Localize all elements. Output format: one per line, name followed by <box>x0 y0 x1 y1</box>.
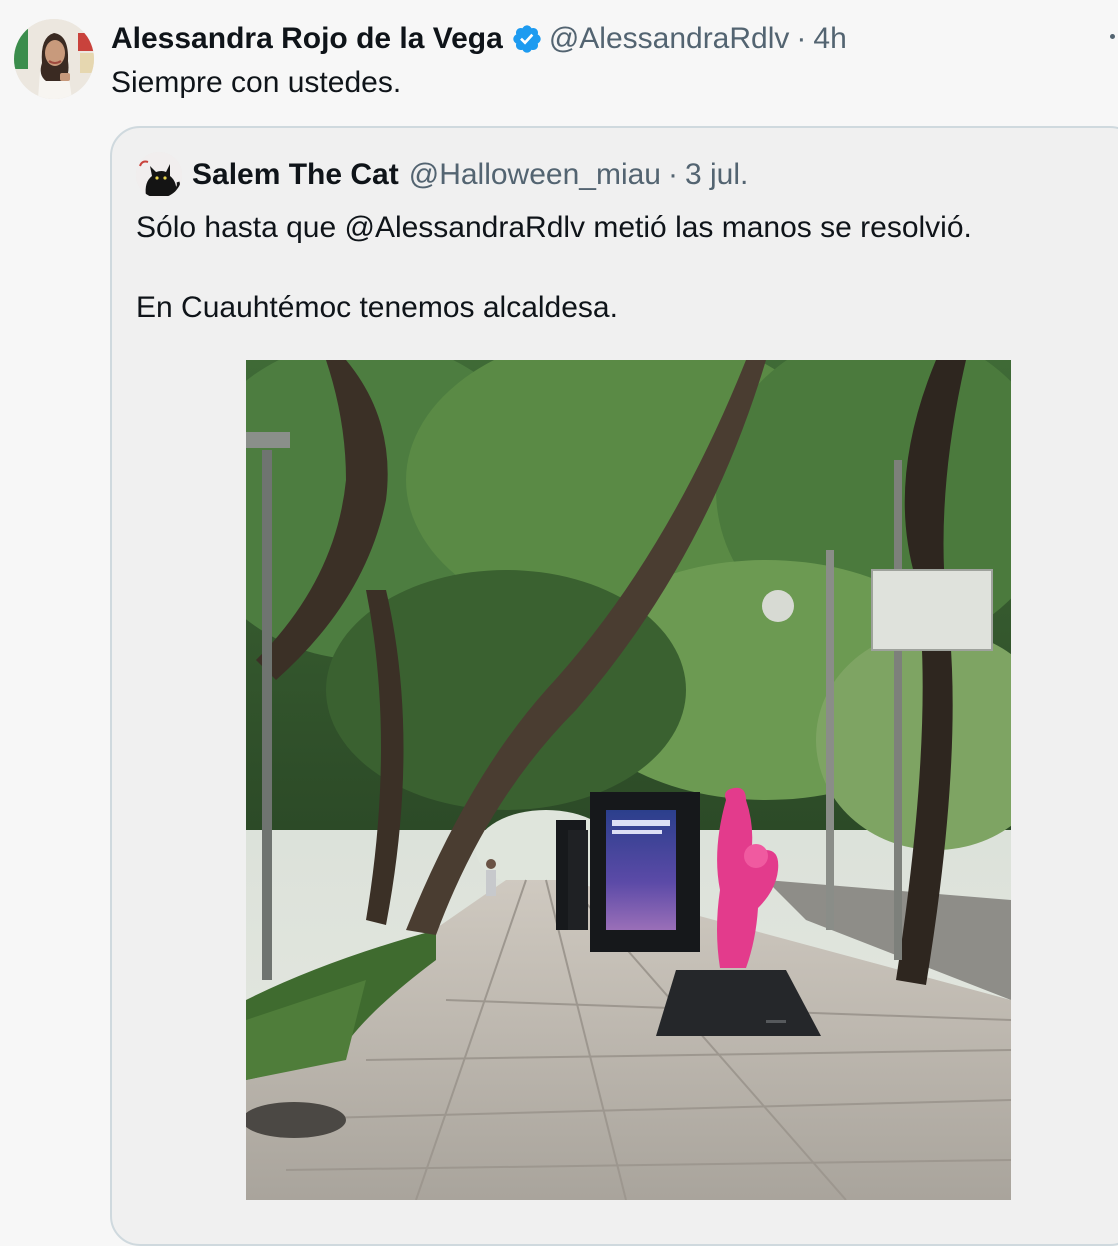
quoted-paragraph: En Cuauhtémoc tenemos alcaldesa. <box>136 291 618 324</box>
quoted-author-avatar[interactable] <box>136 152 182 198</box>
tweet-header: Alessandra Rojo de la Vega @AlessandraRd… <box>111 20 847 58</box>
tweet-text: Siempre con ustedes. <box>111 66 402 99</box>
quoted-tweet-photo[interactable] <box>246 360 1011 1200</box>
tweet-timestamp[interactable]: 4h <box>813 20 846 58</box>
quoted-author-handle[interactable]: @Halloween_miau <box>409 152 661 198</box>
street-trees-photo <box>246 360 1011 1200</box>
quoted-tweet-date[interactable]: 3 jul. <box>685 152 748 198</box>
verified-badge-icon[interactable] <box>511 23 543 55</box>
meta-separator: · <box>667 158 678 191</box>
author-avatar[interactable] <box>14 19 94 99</box>
cat-avatar-image <box>136 152 182 198</box>
quoted-author-name[interactable]: Salem The Cat <box>192 152 399 198</box>
author-avatar-image <box>14 19 94 99</box>
quoted-paragraph: Sólo hasta que @AlessandraRdlv metió las… <box>136 211 972 244</box>
meta-separator: · <box>796 22 807 55</box>
quoted-tweet-text: Sólo hasta que @AlessandraRdlv metió las… <box>136 208 1056 368</box>
author-handle[interactable]: @AlessandraRdlv <box>549 20 790 58</box>
quoted-tweet-header: Salem The Cat @Halloween_miau · 3 jul. <box>136 152 748 198</box>
author-name[interactable]: Alessandra Rojo de la Vega <box>111 20 503 58</box>
more-options-icon[interactable] <box>1110 30 1118 44</box>
